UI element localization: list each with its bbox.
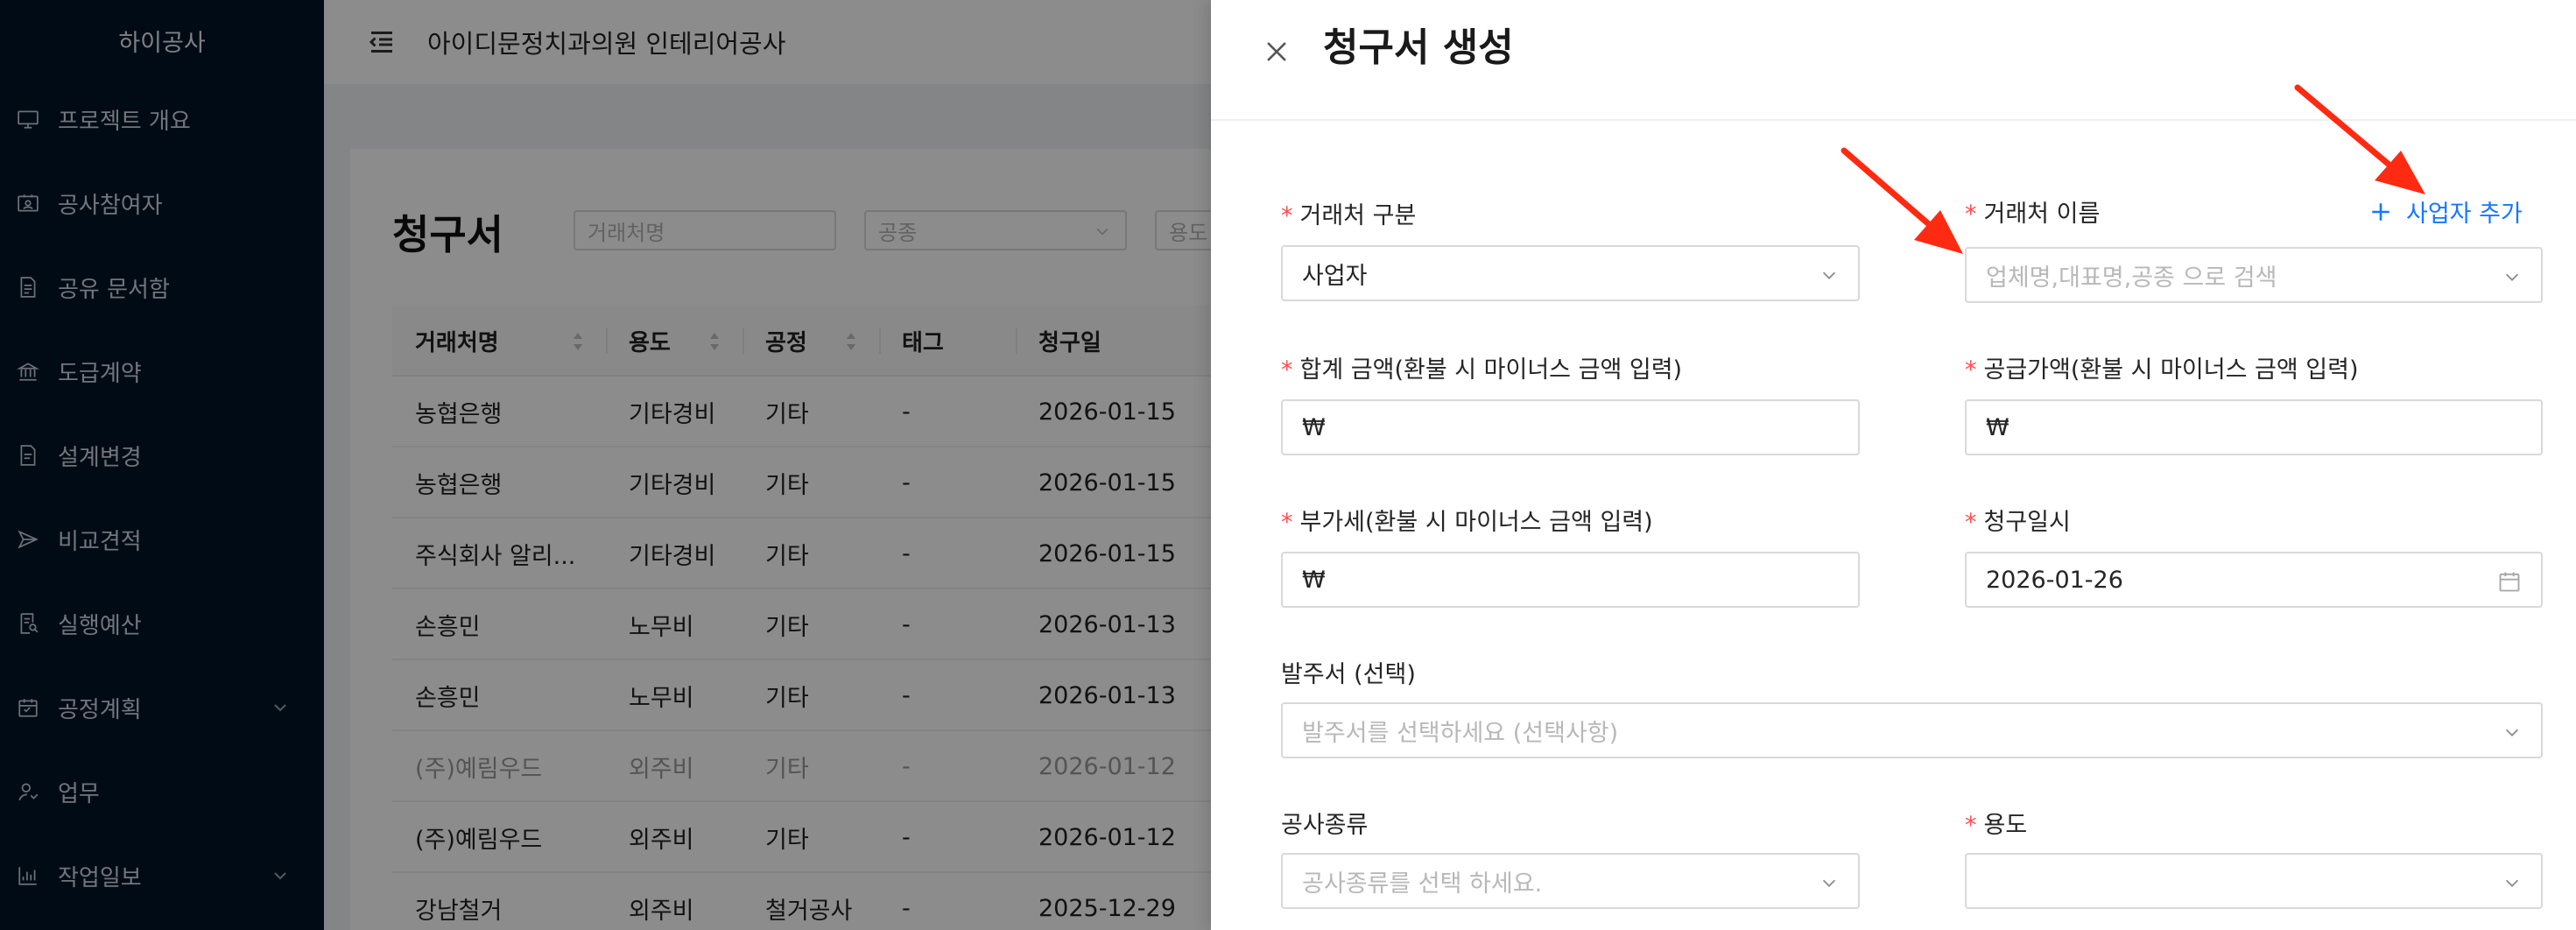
total-amount-label: * 합계 금액(환불 시 마이너스 금액 입력) bbox=[1281, 350, 1682, 384]
drawer-header: 청구서 생성 bbox=[1211, 0, 2576, 121]
won-prefix: ₩ bbox=[1302, 413, 1326, 441]
add-business-button[interactable]: 사업자 추가 bbox=[2369, 194, 2523, 229]
add-business-label: 사업자 추가 bbox=[2406, 201, 2523, 228]
vendor-type-select[interactable]: 사업자 bbox=[1281, 245, 1860, 301]
work-type-placeholder: 공사종류를 선택 하세요. bbox=[1302, 870, 1543, 898]
label-text: 공사종류 bbox=[1281, 812, 1369, 839]
vendor-name-search-select[interactable]: 업체명,대표명,공종 으로 검색 bbox=[1965, 247, 2543, 303]
total-amount-input[interactable]: ₩ bbox=[1281, 399, 1860, 455]
vat-input[interactable]: ₩ bbox=[1281, 552, 1860, 608]
billing-date-picker[interactable]: 2026-01-26 bbox=[1965, 552, 2543, 608]
label-text: 청구일시 bbox=[1983, 509, 2071, 536]
won-prefix: ₩ bbox=[1302, 566, 1326, 594]
work-type-select[interactable]: 공사종류를 선택 하세요. bbox=[1281, 853, 1860, 909]
create-invoice-drawer: 청구서 생성 bbox=[1211, 0, 2576, 930]
chevron-down-icon bbox=[2505, 273, 2519, 281]
required-mark: * bbox=[1281, 509, 1293, 536]
chevron-down-icon bbox=[2505, 879, 2519, 887]
vendor-type-value: 사업자 bbox=[1302, 262, 1368, 290]
vat-label: * 부가세(환불 시 마이너스 금액 입력) bbox=[1281, 503, 1653, 537]
required-mark: * bbox=[1965, 356, 1977, 384]
required-mark: * bbox=[1965, 812, 1977, 839]
required-mark: * bbox=[1281, 202, 1293, 229]
purchase-order-select[interactable]: 발주서를 선택하세요 (선택사항) bbox=[1281, 702, 2543, 758]
won-prefix: ₩ bbox=[1986, 413, 2009, 441]
required-mark: * bbox=[1965, 509, 1977, 536]
billing-date-label: * 청구일시 bbox=[1965, 503, 2071, 537]
purchase-order-label: 발주서 (선택) bbox=[1281, 655, 1416, 689]
work-type-label: 공사종류 bbox=[1281, 806, 1368, 840]
label-text: 거래처 구분 bbox=[1299, 202, 1417, 229]
supply-amount-label: * 공급가액(환불 시 마이너스 금액 입력) bbox=[1965, 350, 2359, 384]
vendor-name-placeholder: 업체명,대표명,공종 으로 검색 bbox=[1986, 264, 2277, 292]
label-text: 거래처 이름 bbox=[1983, 201, 2101, 228]
chevron-down-icon bbox=[1822, 879, 1836, 887]
label-text: 발주서 (선택) bbox=[1281, 661, 1416, 688]
drawer-title: 청구서 생성 bbox=[1323, 25, 1514, 70]
purchase-order-placeholder: 발주서를 선택하세요 (선택사항) bbox=[1302, 719, 1619, 747]
required-mark: * bbox=[1281, 356, 1293, 384]
chevron-down-icon bbox=[2505, 729, 2519, 736]
supply-amount-input[interactable]: ₩ bbox=[1965, 399, 2543, 455]
modal-mask[interactable] bbox=[0, 0, 1211, 930]
plus-icon bbox=[2372, 202, 2389, 221]
vendor-type-label: * 거래처 구분 bbox=[1281, 196, 1416, 230]
chevron-down-icon bbox=[1822, 271, 1836, 279]
label-text: 용도 bbox=[1983, 812, 2028, 839]
usage-label: * 용도 bbox=[1965, 806, 2027, 840]
usage-select[interactable] bbox=[1965, 853, 2543, 909]
required-mark: * bbox=[1965, 201, 1977, 228]
label-text: 공급가액(환불 시 마이너스 금액 입력) bbox=[1983, 356, 2359, 384]
label-text: 부가세(환불 시 마이너스 금액 입력) bbox=[1299, 509, 1653, 536]
calendar-icon bbox=[2499, 572, 2520, 592]
close-icon[interactable] bbox=[1262, 37, 1292, 67]
vendor-name-label: * 거래처 이름 bbox=[1965, 194, 2100, 229]
billing-date-value: 2026-01-26 bbox=[1986, 566, 2123, 594]
label-text: 합계 금액(환불 시 마이너스 금액 입력) bbox=[1299, 356, 1683, 384]
